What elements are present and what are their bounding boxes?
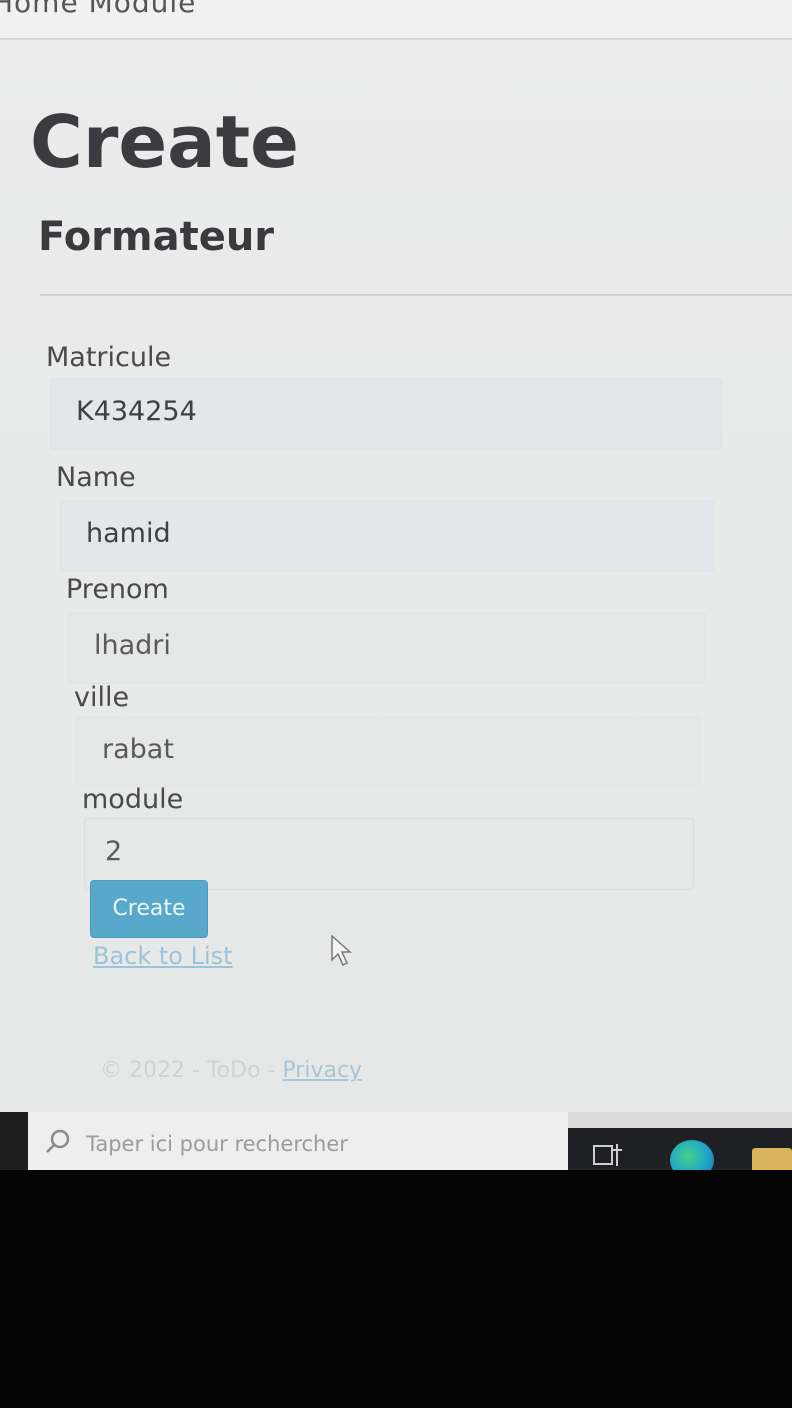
label-module: module xyxy=(82,784,184,815)
browser-viewport: Home Module Create Formateur Matricule K… xyxy=(0,0,792,1170)
footer: © 2022 - ToDo - Privacy xyxy=(100,1058,362,1083)
prenom-input[interactable]: lhadri xyxy=(68,612,706,684)
monitor-bezel xyxy=(0,1170,792,1408)
label-name: Name xyxy=(56,462,136,493)
search-placeholder: Taper ici pour rechercher xyxy=(86,1132,348,1156)
name-input[interactable]: hamid xyxy=(60,500,714,572)
mouse-cursor-icon xyxy=(331,934,352,967)
ville-input[interactable]: rabat xyxy=(76,716,700,788)
start-button[interactable] xyxy=(0,1112,28,1170)
label-ville: ville xyxy=(74,682,130,713)
name-value: hamid xyxy=(86,518,171,549)
page-title: Create xyxy=(30,100,300,184)
taskbar: Taper ici pour rechercher xyxy=(0,1112,792,1170)
navbar-links[interactable]: Home Module xyxy=(0,0,196,19)
matricule-value: K434254 xyxy=(76,396,197,427)
divider xyxy=(40,294,792,296)
label-prenom: Prenom xyxy=(66,574,169,605)
create-button[interactable]: Create xyxy=(90,880,208,938)
footer-copyright: © 2022 - ToDo - xyxy=(100,1058,283,1083)
ville-value: rabat xyxy=(102,734,174,765)
task-view-icon[interactable] xyxy=(592,1142,624,1170)
prenom-value: lhadri xyxy=(94,630,171,661)
privacy-link[interactable]: Privacy xyxy=(282,1058,362,1083)
matricule-input[interactable]: K434254 xyxy=(50,378,722,450)
back-to-list-link[interactable]: Back to List xyxy=(93,942,233,970)
label-matricule: Matricule xyxy=(46,342,172,373)
module-value: 2 xyxy=(105,836,123,867)
search-icon xyxy=(46,1129,70,1153)
navbar: Home Module xyxy=(0,0,792,40)
file-explorer-icon[interactable] xyxy=(752,1148,792,1170)
page-subtitle: Formateur xyxy=(38,214,275,260)
